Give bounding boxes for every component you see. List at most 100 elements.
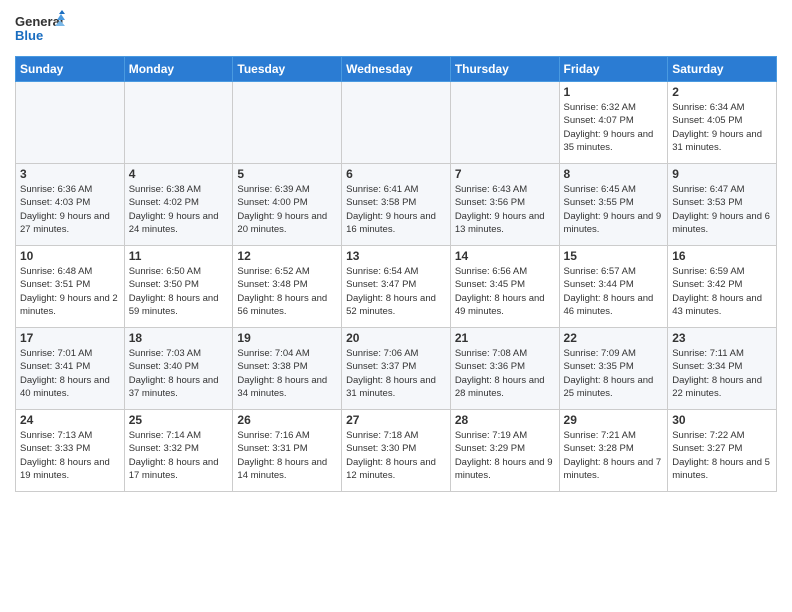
week-row-1: 1Sunrise: 6:32 AM Sunset: 4:07 PM Daylig… xyxy=(16,82,777,164)
day-content: Sunrise: 6:38 AM Sunset: 4:02 PM Dayligh… xyxy=(129,183,229,236)
week-row-5: 24 Sunrise: 7:13 AM Sunset: 3:33 PM Dayli… xyxy=(16,410,777,492)
day-cell: 29 Sunrise: 7:21 AM Sunset: 3:28 PM Dayli… xyxy=(559,410,668,492)
day-number: 17 xyxy=(20,331,120,345)
day-cell: 6Sunrise: 6:41 AM Sunset: 3:58 PM Daylig… xyxy=(342,164,451,246)
day-number: 14 xyxy=(455,249,555,263)
day-content: Sunrise: 7:11 AM Sunset: 3:34 PM Dayligh… xyxy=(672,347,772,400)
day-cell: 8 Sunrise: 6:45 AM Sunset: 3:55 PM Daylig… xyxy=(559,164,668,246)
day-cell: 13 Sunrise: 6:54 AM Sunset: 3:47 PM Dayli… xyxy=(342,246,451,328)
day-cell: 20 Sunrise: 7:06 AM Sunset: 3:37 PM Dayli… xyxy=(342,328,451,410)
weekday-header-sunday: Sunday xyxy=(16,57,125,82)
day-cell xyxy=(450,82,559,164)
day-cell xyxy=(16,82,125,164)
day-content: Sunrise: 6:39 AM Sunset: 4:00 PM Dayligh… xyxy=(237,183,337,236)
week-row-2: 3 Sunrise: 6:36 AM Sunset: 4:03 PM Daylig… xyxy=(16,164,777,246)
day-number: 5 xyxy=(237,167,337,181)
day-content: Sunrise: 7:01 AM Sunset: 3:41 PM Dayligh… xyxy=(20,347,120,400)
weekday-header-saturday: Saturday xyxy=(668,57,777,82)
day-content: Sunrise: 6:54 AM Sunset: 3:47 PM Dayligh… xyxy=(346,265,446,318)
day-content: Sunrise: 6:45 AM Sunset: 3:55 PM Dayligh… xyxy=(564,183,664,236)
day-number: 24 xyxy=(20,413,120,427)
day-number: 2 xyxy=(672,85,772,99)
day-cell: 28Sunrise: 7:19 AM Sunset: 3:29 PM Dayli… xyxy=(450,410,559,492)
weekday-header-thursday: Thursday xyxy=(450,57,559,82)
day-number: 18 xyxy=(129,331,229,345)
day-number: 29 xyxy=(564,413,664,427)
day-content: Sunrise: 6:57 AM Sunset: 3:44 PM Dayligh… xyxy=(564,265,664,318)
day-content: Sunrise: 7:04 AM Sunset: 3:38 PM Dayligh… xyxy=(237,347,337,400)
day-number: 20 xyxy=(346,331,446,345)
day-number: 9 xyxy=(672,167,772,181)
day-cell: 15Sunrise: 6:57 AM Sunset: 3:44 PM Dayli… xyxy=(559,246,668,328)
day-cell: 16Sunrise: 6:59 AM Sunset: 3:42 PM Dayli… xyxy=(668,246,777,328)
svg-text:General: General xyxy=(15,14,63,29)
svg-text:Blue: Blue xyxy=(15,28,43,43)
day-number: 23 xyxy=(672,331,772,345)
day-content: Sunrise: 6:32 AM Sunset: 4:07 PM Dayligh… xyxy=(564,101,664,154)
day-number: 11 xyxy=(129,249,229,263)
day-cell: 17 Sunrise: 7:01 AM Sunset: 3:41 PM Dayli… xyxy=(16,328,125,410)
day-cell: 4 Sunrise: 6:38 AM Sunset: 4:02 PM Daylig… xyxy=(124,164,233,246)
day-number: 21 xyxy=(455,331,555,345)
day-cell: 11Sunrise: 6:50 AM Sunset: 3:50 PM Dayli… xyxy=(124,246,233,328)
day-content: Sunrise: 6:43 AM Sunset: 3:56 PM Dayligh… xyxy=(455,183,555,236)
day-number: 13 xyxy=(346,249,446,263)
day-content: Sunrise: 6:56 AM Sunset: 3:45 PM Dayligh… xyxy=(455,265,555,318)
day-number: 19 xyxy=(237,331,337,345)
day-content: Sunrise: 6:36 AM Sunset: 4:03 PM Dayligh… xyxy=(20,183,120,236)
day-number: 8 xyxy=(564,167,664,181)
day-cell: 5 Sunrise: 6:39 AM Sunset: 4:00 PM Daylig… xyxy=(233,164,342,246)
weekday-header-wednesday: Wednesday xyxy=(342,57,451,82)
day-cell xyxy=(124,82,233,164)
day-content: Sunrise: 6:34 AM Sunset: 4:05 PM Dayligh… xyxy=(672,101,772,154)
logo-svg: General Blue xyxy=(15,10,65,50)
day-cell: 7 Sunrise: 6:43 AM Sunset: 3:56 PM Daylig… xyxy=(450,164,559,246)
day-number: 30 xyxy=(672,413,772,427)
day-content: Sunrise: 7:06 AM Sunset: 3:37 PM Dayligh… xyxy=(346,347,446,400)
day-content: Sunrise: 7:08 AM Sunset: 3:36 PM Dayligh… xyxy=(455,347,555,400)
day-number: 4 xyxy=(129,167,229,181)
day-number: 3 xyxy=(20,167,120,181)
day-content: Sunrise: 7:16 AM Sunset: 3:31 PM Dayligh… xyxy=(237,429,337,482)
day-cell: 27 Sunrise: 7:18 AM Sunset: 3:30 PM Dayli… xyxy=(342,410,451,492)
day-cell: 3 Sunrise: 6:36 AM Sunset: 4:03 PM Daylig… xyxy=(16,164,125,246)
day-cell: 26Sunrise: 7:16 AM Sunset: 3:31 PM Dayli… xyxy=(233,410,342,492)
day-content: Sunrise: 7:09 AM Sunset: 3:35 PM Dayligh… xyxy=(564,347,664,400)
day-content: Sunrise: 7:18 AM Sunset: 3:30 PM Dayligh… xyxy=(346,429,446,482)
day-number: 22 xyxy=(564,331,664,345)
day-cell: 1Sunrise: 6:32 AM Sunset: 4:07 PM Daylig… xyxy=(559,82,668,164)
day-content: Sunrise: 7:14 AM Sunset: 3:32 PM Dayligh… xyxy=(129,429,229,482)
week-row-3: 10 Sunrise: 6:48 AM Sunset: 3:51 PM Dayli… xyxy=(16,246,777,328)
day-cell: 18Sunrise: 7:03 AM Sunset: 3:40 PM Dayli… xyxy=(124,328,233,410)
day-number: 28 xyxy=(455,413,555,427)
day-cell: 2 Sunrise: 6:34 AM Sunset: 4:05 PM Daylig… xyxy=(668,82,777,164)
day-content: Sunrise: 6:41 AM Sunset: 3:58 PM Dayligh… xyxy=(346,183,446,236)
day-content: Sunrise: 7:13 AM Sunset: 3:33 PM Dayligh… xyxy=(20,429,120,482)
logo: General Blue xyxy=(15,10,65,50)
day-content: Sunrise: 6:52 AM Sunset: 3:48 PM Dayligh… xyxy=(237,265,337,318)
day-number: 25 xyxy=(129,413,229,427)
day-cell xyxy=(233,82,342,164)
day-cell: 24 Sunrise: 7:13 AM Sunset: 3:33 PM Dayli… xyxy=(16,410,125,492)
day-content: Sunrise: 7:21 AM Sunset: 3:28 PM Dayligh… xyxy=(564,429,664,482)
day-content: Sunrise: 7:22 AM Sunset: 3:27 PM Dayligh… xyxy=(672,429,772,482)
day-content: Sunrise: 6:48 AM Sunset: 3:51 PM Dayligh… xyxy=(20,265,120,318)
day-cell: 23 Sunrise: 7:11 AM Sunset: 3:34 PM Dayli… xyxy=(668,328,777,410)
weekday-header-tuesday: Tuesday xyxy=(233,57,342,82)
page-container: General Blue SundayMondayTuesdayWednesda… xyxy=(0,0,792,502)
day-cell: 19 Sunrise: 7:04 AM Sunset: 3:38 PM Dayli… xyxy=(233,328,342,410)
day-cell: 12 Sunrise: 6:52 AM Sunset: 3:48 PM Dayli… xyxy=(233,246,342,328)
weekday-header-row: SundayMondayTuesdayWednesdayThursdayFrid… xyxy=(16,57,777,82)
day-number: 7 xyxy=(455,167,555,181)
day-number: 27 xyxy=(346,413,446,427)
day-cell: 22 Sunrise: 7:09 AM Sunset: 3:35 PM Dayli… xyxy=(559,328,668,410)
day-number: 10 xyxy=(20,249,120,263)
day-content: Sunrise: 6:47 AM Sunset: 3:53 PM Dayligh… xyxy=(672,183,772,236)
weekday-header-friday: Friday xyxy=(559,57,668,82)
calendar-table: SundayMondayTuesdayWednesdayThursdayFrid… xyxy=(15,56,777,492)
day-number: 12 xyxy=(237,249,337,263)
day-number: 16 xyxy=(672,249,772,263)
day-cell: 25 Sunrise: 7:14 AM Sunset: 3:32 PM Dayli… xyxy=(124,410,233,492)
day-cell xyxy=(342,82,451,164)
day-cell: 10 Sunrise: 6:48 AM Sunset: 3:51 PM Dayli… xyxy=(16,246,125,328)
